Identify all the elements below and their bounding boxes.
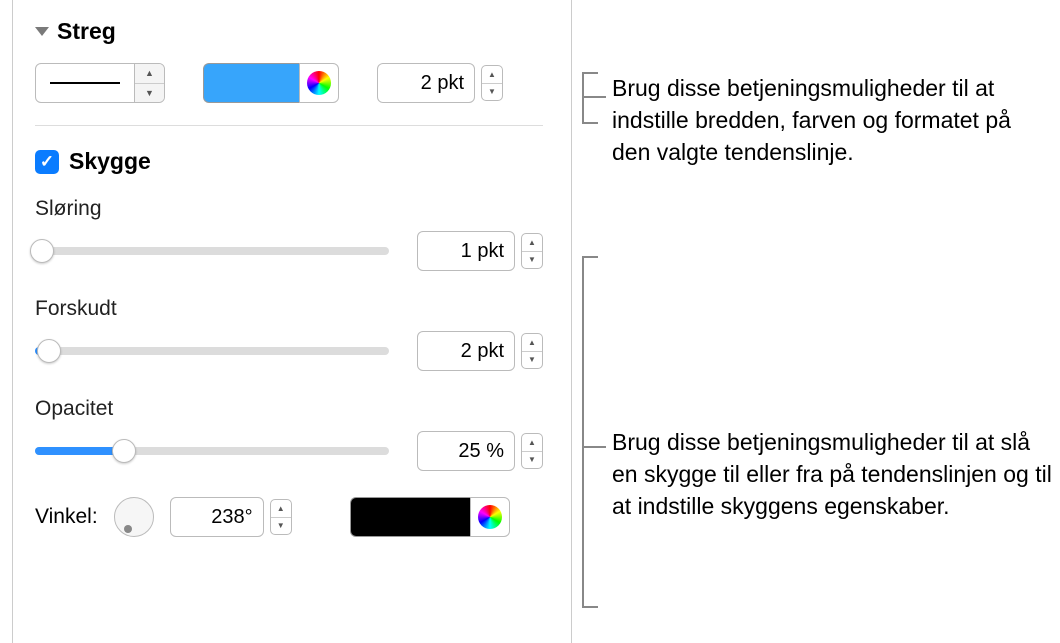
skygge-label: Skygge — [69, 148, 151, 175]
chevron-down-icon[interactable]: ▼ — [522, 252, 542, 269]
shadow-color-swatch[interactable] — [350, 497, 470, 537]
sloring-slider[interactable] — [35, 247, 389, 255]
slider-fill — [35, 447, 124, 455]
chevron-up-icon[interactable]: ▲ — [522, 234, 542, 252]
opacitet-slider[interactable] — [35, 447, 389, 455]
chevron-down-icon[interactable]: ▼ — [522, 452, 542, 469]
checkmark-icon: ✓ — [40, 152, 54, 172]
forskudt-row: Forskudt 2 pkt ▲ ▼ — [35, 297, 543, 371]
chevron-up-icon[interactable]: ▲ — [522, 434, 542, 452]
line-icon — [50, 82, 120, 84]
line-style-select[interactable]: ▲ ▼ — [35, 63, 165, 103]
sloring-label: Sløring — [35, 197, 543, 221]
annotation-top: Brug disse betjeningsmuligheder til at i… — [612, 72, 1052, 169]
skygge-checkbox[interactable]: ✓ — [35, 150, 59, 174]
vinkel-stepper[interactable]: ▲ ▼ — [270, 499, 292, 535]
stroke-width-stepper[interactable]: ▲ ▼ — [481, 65, 503, 101]
opacitet-label: Opacitet — [35, 397, 543, 421]
forskudt-label: Forskudt — [35, 297, 543, 321]
streg-controls-row: ▲ ▼ 2 pkt ▲ ▼ — [35, 63, 543, 103]
sloring-stepper[interactable]: ▲ ▼ — [521, 233, 543, 269]
inspector-panel: Streg ▲ ▼ 2 pkt ▲ ▼ — [12, 0, 572, 643]
sloring-field[interactable]: 1 pkt — [417, 231, 515, 271]
chevron-down-icon[interactable]: ▼ — [135, 84, 164, 103]
chevron-up-icon[interactable]: ▲ — [522, 334, 542, 352]
stroke-width-field-group: 2 pkt ▲ ▼ — [377, 63, 503, 103]
slider-thumb[interactable] — [112, 439, 136, 463]
sloring-row: Sløring 1 pkt ▲ ▼ — [35, 197, 543, 271]
vinkel-row: Vinkel: 238° ▲ ▼ — [35, 497, 543, 537]
stroke-color-picker-button[interactable] — [299, 63, 339, 103]
angle-dial[interactable] — [114, 497, 154, 537]
shadow-color-group — [350, 497, 510, 537]
chevron-down-icon[interactable]: ▼ — [522, 352, 542, 369]
opacitet-field[interactable]: 25 % — [417, 431, 515, 471]
forskudt-field[interactable]: 2 pkt — [417, 331, 515, 371]
chevron-down-icon[interactable]: ▼ — [271, 518, 291, 535]
opacitet-stepper[interactable]: ▲ ▼ — [521, 433, 543, 469]
callout-bracket-top — [582, 72, 584, 124]
forskudt-slider[interactable] — [35, 347, 389, 355]
color-wheel-icon — [478, 505, 502, 529]
opacitet-row: Opacitet 25 % ▲ ▼ — [35, 397, 543, 471]
stroke-width-field[interactable]: 2 pkt — [377, 63, 475, 103]
divider — [35, 125, 543, 126]
shadow-color-picker-button[interactable] — [470, 497, 510, 537]
skygge-checkbox-row[interactable]: ✓ Skygge — [35, 148, 543, 175]
chevron-up-icon[interactable]: ▲ — [482, 66, 502, 84]
streg-section-header[interactable]: Streg — [35, 18, 543, 45]
annotation-bottom: Brug disse betjeningsmuligheder til at s… — [612, 426, 1052, 523]
forskudt-stepper[interactable]: ▲ ▼ — [521, 333, 543, 369]
angle-indicator-icon — [124, 525, 132, 533]
line-style-stepper[interactable]: ▲ ▼ — [134, 64, 164, 102]
callout-bracket-bottom — [582, 256, 584, 608]
chevron-up-icon[interactable]: ▲ — [135, 64, 164, 84]
line-style-preview — [36, 82, 134, 84]
streg-title: Streg — [57, 18, 116, 45]
slider-thumb[interactable] — [30, 239, 54, 263]
stroke-color-group — [203, 63, 339, 103]
vinkel-label: Vinkel: — [35, 505, 98, 529]
chevron-up-icon[interactable]: ▲ — [271, 500, 291, 518]
slider-thumb[interactable] — [37, 339, 61, 363]
vinkel-field[interactable]: 238° — [170, 497, 264, 537]
color-wheel-icon — [307, 71, 331, 95]
chevron-down-icon[interactable]: ▼ — [482, 84, 502, 101]
stroke-color-swatch[interactable] — [203, 63, 299, 103]
disclosure-triangle-icon[interactable] — [35, 27, 49, 36]
